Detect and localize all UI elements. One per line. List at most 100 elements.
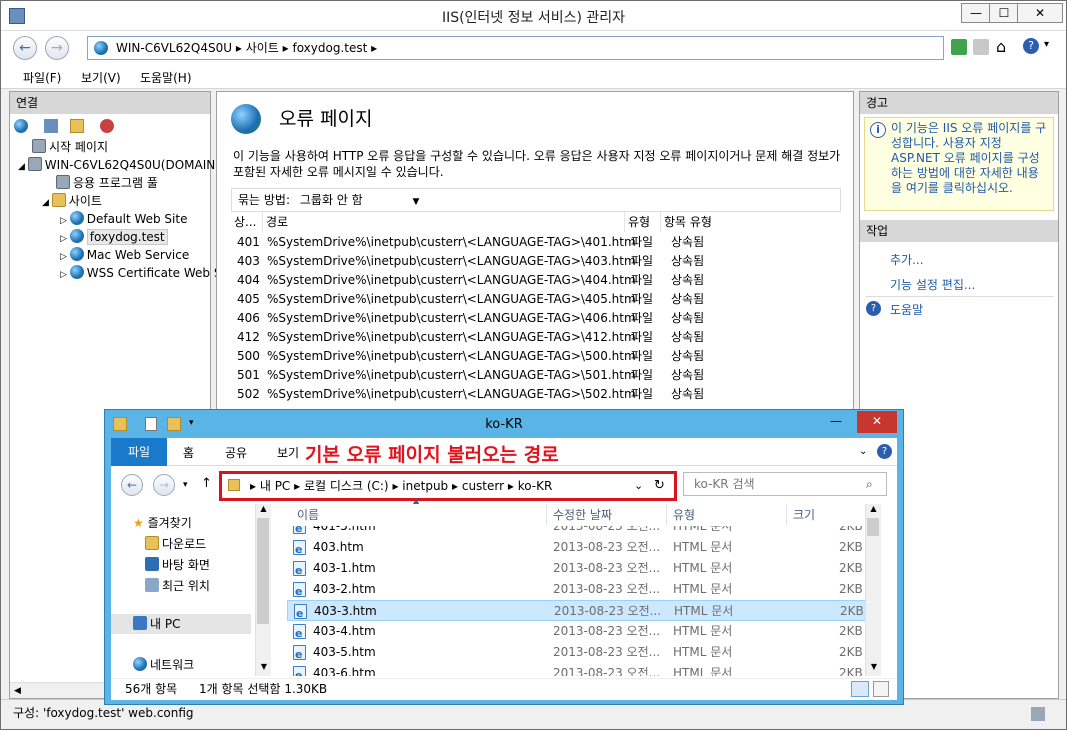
back-button[interactable]: ←: [13, 36, 37, 60]
address-crumb[interactable]: inetpub: [402, 479, 448, 493]
nav-downloads[interactable]: 다운로드: [145, 535, 206, 552]
forward-button[interactable]: →: [153, 474, 175, 496]
nav-network[interactable]: 네트워크: [133, 656, 194, 673]
column-status[interactable]: 상...: [231, 212, 263, 232]
file-row[interactable]: 403-2.htm 2013-08-23 오전... HTML 문서 2KB: [287, 579, 867, 602]
error-page-row[interactable]: 500 %SystemDrive%\inetpub\custerr\<LANGUA…: [231, 347, 841, 366]
file-name: 403-1.htm: [313, 561, 376, 575]
group-by-select[interactable]: 그룹화 안 함: [300, 193, 363, 207]
chevron-down-icon[interactable]: ▼: [413, 197, 420, 207]
column-date-modified[interactable]: 수정한 날짜: [547, 504, 667, 526]
error-page-row[interactable]: 403 %SystemDrive%\inetpub\custerr\<LANGUA…: [231, 252, 841, 271]
tree-sites[interactable]: ◢ 사이트: [42, 192, 102, 210]
tab-home[interactable]: 홈: [183, 444, 194, 461]
minimize-button[interactable]: —: [961, 3, 991, 23]
file-row[interactable]: 401-5.htm 2013-08-23 오전... HTML 문서 2KB: [287, 526, 867, 539]
nav-favorites[interactable]: ★ 즐겨찾기: [133, 514, 192, 531]
nav-scrollbar[interactable]: ▲ ▼: [255, 504, 271, 676]
error-page-row[interactable]: 405 %SystemDrive%\inetpub\custerr\<LANGUA…: [231, 290, 841, 309]
refresh-icon[interactable]: ↻: [654, 474, 665, 498]
menu-help[interactable]: 도움말(H): [140, 69, 192, 86]
address-crumb[interactable]: ko-KR: [518, 479, 553, 493]
column-name[interactable]: 이름: [287, 504, 547, 526]
tab-view[interactable]: 보기: [277, 444, 299, 461]
home-icon[interactable]: ⌂: [996, 37, 1006, 56]
search-icon[interactable]: ⌕: [866, 473, 873, 495]
chevron-down-icon[interactable]: ⌄: [859, 446, 867, 457]
tree-site-wss[interactable]: ▷ WSS Certificate Web S: [60, 264, 221, 282]
recent-locations-icon[interactable]: ▾: [183, 480, 188, 490]
tree-site-mac[interactable]: ▷ Mac Web Service: [60, 246, 189, 264]
search-input[interactable]: ko-KR 검색 ⌕: [683, 472, 887, 496]
save-icon[interactable]: [44, 119, 58, 133]
expand-arrow-icon[interactable]: ◢: [18, 162, 28, 172]
add-link[interactable]: 추가...: [890, 251, 924, 268]
file-row[interactable]: 403-5.htm 2013-08-23 오전... HTML 문서 2KB: [287, 642, 867, 665]
error-page-row[interactable]: 412 %SystemDrive%\inetpub\custerr\<LANGUA…: [231, 328, 841, 347]
tree-site-foxydog[interactable]: ▷ foxydog.test: [60, 228, 168, 246]
column-type[interactable]: 유형: [625, 212, 661, 232]
address-bar[interactable]: WIN-C6VL62Q4S0U ▸ 사이트 ▸ foxydog.test ▸: [87, 36, 944, 60]
close-button[interactable]: ✕: [1017, 3, 1063, 23]
minimize-button[interactable]: —: [823, 411, 849, 433]
chevron-down-icon[interactable]: ⌄: [634, 474, 643, 498]
connect-icon[interactable]: [14, 119, 28, 133]
nav-this-pc[interactable]: 내 PC: [111, 614, 251, 634]
tree-app-pools[interactable]: 응용 프로그램 풀: [56, 174, 158, 192]
error-page-row[interactable]: 404 %SystemDrive%\inetpub\custerr\<LANGUA…: [231, 271, 841, 290]
collapse-arrow-icon[interactable]: ▷: [60, 234, 70, 244]
forward-button[interactable]: →: [45, 36, 69, 60]
collapse-arrow-icon[interactable]: ▷: [60, 216, 70, 226]
explorer-address-bar[interactable]: ▸ 내 PC ▸ 로컬 디스크 (C:) ▸ inetpub ▸ custerr…: [219, 471, 677, 501]
file-row[interactable]: 403-4.htm 2013-08-23 오전... HTML 문서 2KB: [287, 621, 867, 644]
tree-server[interactable]: ◢ WIN-C6VL62Q4S0U(DOMAIN: [18, 156, 215, 174]
column-entry-type[interactable]: 항목 유형: [661, 212, 741, 232]
help-link[interactable]: 도움말: [890, 301, 923, 318]
error-page-row[interactable]: 401 %SystemDrive%\inetpub\custerr\<LANGUA…: [231, 233, 841, 252]
column-size[interactable]: 크기: [787, 504, 865, 526]
address-crumb[interactable]: 로컬 디스크 (C:): [304, 479, 389, 493]
stop-icon[interactable]: [973, 39, 989, 55]
collapse-arrow-icon[interactable]: ▷: [60, 270, 70, 280]
refresh-icon[interactable]: [951, 39, 967, 55]
maximize-button[interactable]: ☐: [989, 3, 1019, 23]
details-view-icon[interactable]: [851, 681, 869, 697]
address-crumb[interactable]: 내 PC: [260, 479, 290, 493]
error-page-row[interactable]: 406 %SystemDrive%\inetpub\custerr\<LANGUA…: [231, 309, 841, 328]
tree-start-page[interactable]: 시작 페이지: [32, 138, 108, 156]
menu-file[interactable]: 파일(F): [23, 69, 61, 86]
collapse-arrow-icon[interactable]: ▷: [60, 252, 70, 262]
close-button[interactable]: ✕: [857, 411, 897, 433]
address-crumb[interactable]: foxydog.test: [292, 41, 367, 55]
edit-feature-settings-link[interactable]: 기능 설정 편집...: [890, 276, 975, 293]
chevron-down-icon[interactable]: ▾: [1044, 39, 1049, 50]
file-row[interactable]: 403.htm 2013-08-23 오전... HTML 문서 2KB: [287, 537, 867, 560]
nav-desktop[interactable]: 바탕 화면: [145, 556, 210, 573]
menu-view[interactable]: 보기(V): [81, 69, 121, 86]
file-list-scrollbar[interactable]: ▲ ▼: [865, 504, 881, 676]
help-icon[interactable]: ?: [1023, 38, 1039, 54]
file-row[interactable]: 403-6.htm 2013-08-23 오전... HTML 문서 2KB: [287, 663, 867, 676]
address-crumb[interactable]: WIN-C6VL62Q4S0U: [116, 41, 232, 55]
disconnect-icon[interactable]: [100, 119, 114, 133]
file-row[interactable]: 403-3.htm 2013-08-23 오전... HTML 문서 2KB: [287, 600, 867, 624]
alert-text[interactable]: 이 기능은 IIS 오류 페이지를 구성합니다. 사용자 지정 ASP.NET …: [891, 121, 1046, 195]
file-row[interactable]: 403-1.htm 2013-08-23 오전... HTML 문서 2KB: [287, 558, 867, 581]
nav-recent[interactable]: 최근 위치: [145, 577, 210, 594]
tab-share[interactable]: 공유: [225, 444, 247, 461]
help-icon[interactable]: ?: [877, 444, 892, 459]
error-page-row[interactable]: 501 %SystemDrive%\inetpub\custerr\<LANGUA…: [231, 366, 841, 385]
up-arrow-icon[interactable]: ↑: [201, 476, 212, 491]
back-button[interactable]: ←: [121, 474, 143, 496]
address-crumb[interactable]: 사이트: [246, 41, 279, 55]
error-page-row[interactable]: 502 %SystemDrive%\inetpub\custerr\<LANGUA…: [231, 385, 841, 404]
expand-arrow-icon[interactable]: ◢: [42, 198, 52, 208]
column-type[interactable]: 유형: [667, 504, 787, 526]
large-icons-view-icon[interactable]: [873, 681, 889, 697]
tree-site-default[interactable]: ▷ Default Web Site: [60, 210, 187, 228]
address-crumb[interactable]: custerr: [462, 479, 504, 493]
column-path[interactable]: 경로: [263, 212, 625, 232]
up-folder-icon[interactable]: [70, 119, 84, 133]
alert-box[interactable]: i 이 기능은 IIS 오류 페이지를 구성합니다. 사용자 지정 ASP.NE…: [864, 117, 1054, 211]
tab-file[interactable]: 파일: [111, 438, 167, 466]
